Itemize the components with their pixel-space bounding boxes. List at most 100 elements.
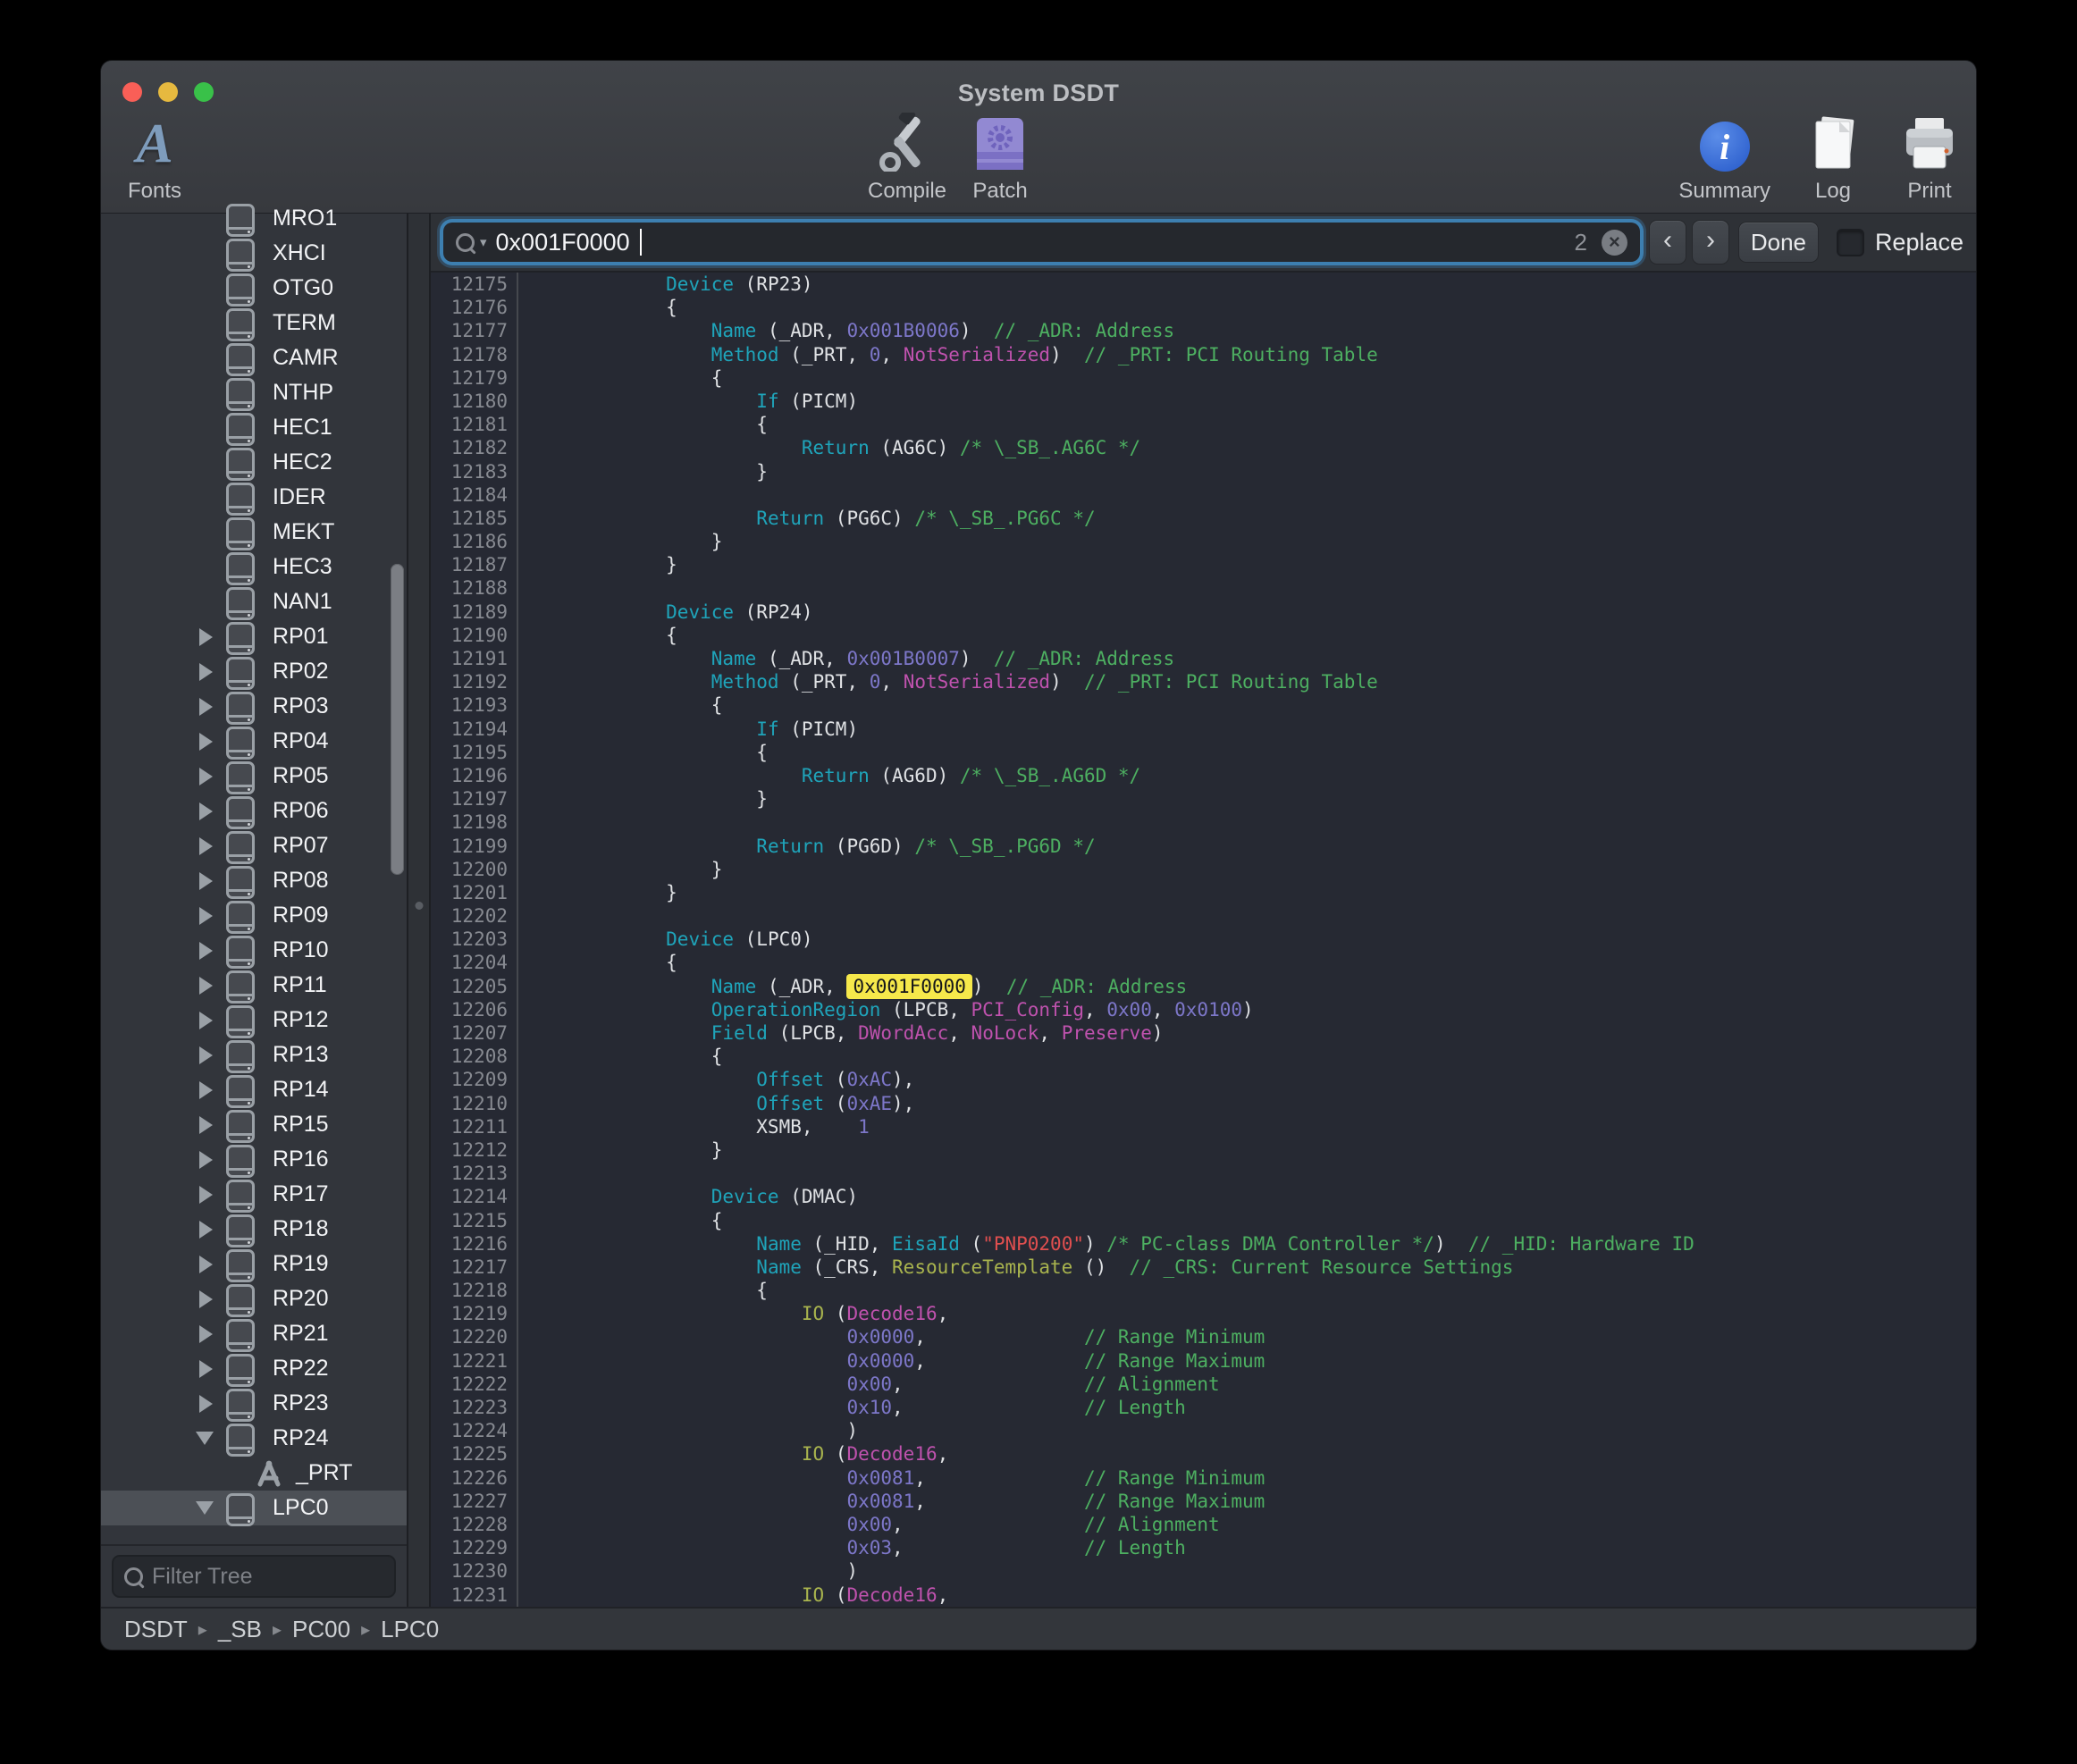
tree-item-label: MEKT (273, 519, 334, 545)
disclosure-triangle[interactable] (199, 1151, 213, 1169)
disclosure-triangle[interactable] (199, 1395, 213, 1413)
breadcrumb-item-lpc0[interactable]: LPC0 (381, 1616, 439, 1643)
tree-item-rp19[interactable]: RP19 (101, 1247, 407, 1281)
disclosure-triangle[interactable] (199, 802, 213, 820)
fonts-button[interactable]: A Fonts (121, 113, 189, 204)
tree-item-hec1[interactable]: HEC1 (101, 410, 407, 445)
tree-item-rp11[interactable]: RP11 (101, 968, 407, 1003)
print-button[interactable]: Print (1896, 113, 1963, 204)
code-line: Offset (0xAC), (576, 1068, 1976, 1091)
disclosure-triangle[interactable] (199, 1186, 213, 1204)
line-number: 12199 (431, 835, 508, 858)
done-button[interactable]: Done (1738, 222, 1819, 263)
tree-item-rp21[interactable]: RP21 (101, 1316, 407, 1351)
toolbar: System DSDT A Fonts Compile (101, 61, 1976, 214)
tree-item-_prt[interactable]: _PRT (101, 1456, 407, 1491)
find-previous-button[interactable]: ‹ (1649, 220, 1686, 265)
find-input[interactable]: ▾ 0x001F0000 2 × (443, 223, 1640, 262)
filter-tree-input[interactable]: Filter Tree (112, 1555, 396, 1598)
code-line: Device (RP23) (576, 273, 1976, 296)
line-number: 12209 (431, 1068, 508, 1091)
tree-item-rp16[interactable]: RP16 (101, 1142, 407, 1177)
code-line: Return (AG6C) /* \_SB_.AG6C */ (576, 436, 1976, 459)
disclosure-triangle[interactable] (199, 1012, 213, 1029)
clear-search-button[interactable]: × (1602, 230, 1627, 256)
tree-item-mekt[interactable]: MEKT (101, 515, 407, 550)
disclosure-triangle[interactable] (199, 1081, 213, 1099)
disclosure-triangle[interactable] (199, 768, 213, 785)
line-number: 12197 (431, 787, 508, 811)
code-line: } (576, 787, 1976, 811)
device-icon (226, 796, 255, 829)
code-line: { (576, 624, 1976, 647)
disclosure-triangle[interactable] (199, 1325, 213, 1343)
tree-item-rp05[interactable]: RP05 (101, 759, 407, 794)
tree-item-hec3[interactable]: HEC3 (101, 550, 407, 584)
disclosure-triangle[interactable] (199, 907, 213, 925)
disclosure-triangle[interactable] (196, 1432, 214, 1445)
tree-item-rp20[interactable]: RP20 (101, 1281, 407, 1316)
disclosure-triangle[interactable] (199, 1290, 213, 1308)
tree-item-rp03[interactable]: RP03 (101, 689, 407, 724)
breadcrumb-item-pc00[interactable]: PC00 (292, 1616, 350, 1643)
tree-item-nthp[interactable]: NTHP (101, 375, 407, 410)
tree-item-ider[interactable]: IDER (101, 480, 407, 515)
tree-item-mro1[interactable]: MRO1 (101, 201, 407, 236)
tree-item-xhci[interactable]: XHCI (101, 236, 407, 271)
disclosure-triangle[interactable] (199, 663, 213, 681)
disclosure-triangle[interactable] (199, 977, 213, 995)
log-button[interactable]: Log (1799, 113, 1867, 204)
tree-item-rp13[interactable]: RP13 (101, 1037, 407, 1072)
summary-button[interactable]: i Summary (1678, 113, 1770, 204)
breadcrumb-item-dsdt[interactable]: DSDT (124, 1616, 188, 1643)
tree-item-rp10[interactable]: RP10 (101, 933, 407, 968)
tree-item-rp22[interactable]: RP22 (101, 1351, 407, 1386)
compile-button[interactable]: Compile (868, 113, 946, 204)
tree-item-rp01[interactable]: RP01 (101, 619, 407, 654)
tree-item-otg0[interactable]: OTG0 (101, 271, 407, 306)
tree-item-hec2[interactable]: HEC2 (101, 445, 407, 480)
disclosure-triangle[interactable] (199, 942, 213, 960)
tree-item-camr[interactable]: CAMR (101, 340, 407, 375)
disclosure-triangle[interactable] (199, 1046, 213, 1064)
tree-item-lpc0[interactable]: LPC0 (101, 1491, 407, 1525)
tree-item-rp14[interactable]: RP14 (101, 1072, 407, 1107)
tree-item-rp17[interactable]: RP17 (101, 1177, 407, 1212)
disclosure-triangle[interactable] (199, 698, 213, 716)
tree-item-rp18[interactable]: RP18 (101, 1212, 407, 1247)
tree-item-rp04[interactable]: RP04 (101, 724, 407, 759)
tree-item-rp02[interactable]: RP02 (101, 654, 407, 689)
disclosure-triangle[interactable] (199, 628, 213, 646)
tree-item-rp09[interactable]: RP09 (101, 898, 407, 933)
tree-item-label: RP06 (273, 798, 329, 824)
breadcrumb-item-_sb[interactable]: _SB (218, 1616, 262, 1643)
line-number: 12187 (431, 553, 508, 576)
code-editor[interactable]: 1217512176121771217812179121801218112182… (431, 273, 1976, 1607)
tree-item-rp24[interactable]: RP24 (101, 1421, 407, 1456)
search-menu-chevron-icon[interactable]: ▾ (480, 234, 487, 250)
patch-button[interactable]: Patch (966, 113, 1034, 204)
disclosure-triangle[interactable] (199, 1360, 213, 1378)
tree-item-rp12[interactable]: RP12 (101, 1003, 407, 1037)
disclosure-triangle[interactable] (199, 837, 213, 855)
disclosure-triangle[interactable] (199, 733, 213, 751)
tree-item-rp06[interactable]: RP06 (101, 794, 407, 828)
find-next-button[interactable]: › (1692, 220, 1729, 265)
disclosure-triangle[interactable] (196, 1501, 214, 1515)
replace-checkbox[interactable] (1837, 229, 1864, 256)
tree-item-nan1[interactable]: NAN1 (101, 584, 407, 619)
tree-item-rp23[interactable]: RP23 (101, 1386, 407, 1421)
tree-item-rp15[interactable]: RP15 (101, 1107, 407, 1142)
tree-item-term[interactable]: TERM (101, 306, 407, 340)
sidebar-scrollbar-thumb[interactable] (391, 564, 404, 875)
disclosure-triangle[interactable] (199, 1116, 213, 1134)
disclosure-triangle[interactable] (199, 1256, 213, 1273)
tree-item-label: NTHP (273, 380, 333, 406)
pane-splitter[interactable] (407, 214, 431, 1607)
tree-item-label: RP11 (273, 972, 327, 998)
disclosure-triangle[interactable] (199, 1221, 213, 1239)
disclosure-triangle[interactable] (199, 872, 213, 890)
tree-item-rp07[interactable]: RP07 (101, 828, 407, 863)
tree-item-rp08[interactable]: RP08 (101, 863, 407, 898)
code-line: 0x0000, // Range Minimum (576, 1325, 1976, 1348)
